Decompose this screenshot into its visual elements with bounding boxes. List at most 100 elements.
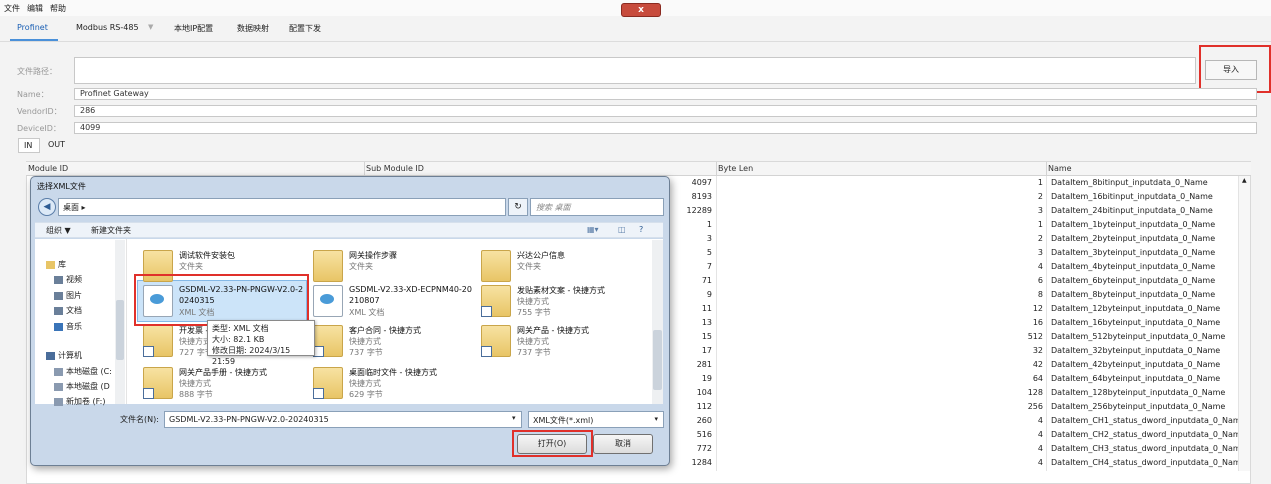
nav-item[interactable]: 库 xyxy=(46,259,66,270)
file-item[interactable]: 客户合同 - 快捷方式 快捷方式 737 字节 xyxy=(313,323,483,361)
cancel-button[interactable]: 取消 xyxy=(593,434,653,454)
cell-byte-len[interactable]: 12 xyxy=(1003,304,1043,313)
cell-sub-module-id[interactable]: 5 xyxy=(672,248,712,257)
file-type-select[interactable]: XML文件(*.xml) ▾ xyxy=(528,411,664,428)
cell-sub-module-id[interactable]: 1 xyxy=(672,220,712,229)
cell-name[interactable]: DataItem_CH4_status_dword_inputdata_0_Na… xyxy=(1051,458,1246,467)
help-icon[interactable]: ? xyxy=(639,225,643,234)
cell-sub-module-id[interactable]: 71 xyxy=(672,276,712,285)
nav-item[interactable]: 文档 xyxy=(54,305,82,316)
cell-byte-len[interactable]: 64 xyxy=(1003,374,1043,383)
cell-byte-len[interactable]: 1 xyxy=(1003,220,1043,229)
cell-byte-len[interactable]: 3 xyxy=(1003,206,1043,215)
cell-sub-module-id[interactable]: 17 xyxy=(672,346,712,355)
cell-byte-len[interactable]: 4 xyxy=(1003,458,1043,467)
cell-name[interactable]: DataItem_256byteinput_inputdata_0_Name xyxy=(1051,402,1225,411)
filename-dropdown-icon[interactable]: ▾ xyxy=(512,414,516,422)
cell-sub-module-id[interactable]: 772 xyxy=(672,444,712,453)
table-scrollbar[interactable]: ▲ xyxy=(1238,176,1250,471)
cell-name[interactable]: DataItem_4byteinput_inputdata_0_Name xyxy=(1051,262,1215,271)
cell-byte-len[interactable]: 512 xyxy=(1003,332,1043,341)
file-item[interactable]: 发贴素材文案 - 快捷方式 快捷方式 755 字节 xyxy=(481,283,651,321)
cell-byte-len[interactable]: 4 xyxy=(1003,416,1043,425)
cell-name[interactable]: DataItem_32byteinput_inputdata_0_Name xyxy=(1051,346,1220,355)
cell-name[interactable]: DataItem_128byteinput_inputdata_0_Name xyxy=(1051,388,1225,397)
cell-byte-len[interactable]: 6 xyxy=(1003,276,1043,285)
nav-item[interactable]: 音乐 xyxy=(54,321,82,332)
cell-byte-len[interactable]: 3 xyxy=(1003,248,1043,257)
close-icon[interactable]: x xyxy=(621,3,661,17)
nav-item[interactable]: 本地磁盘 (D xyxy=(54,381,110,392)
cell-name[interactable]: DataItem_24bitinput_inputdata_0_Name xyxy=(1051,206,1213,215)
cell-name[interactable]: DataItem_CH3_status_dword_inputdata_0_Na… xyxy=(1051,444,1246,453)
nav-item[interactable]: 图片 xyxy=(54,290,82,301)
cell-byte-len[interactable]: 42 xyxy=(1003,360,1043,369)
tab-profinet[interactable]: Profinet xyxy=(17,23,48,32)
menu-file[interactable]: 文件 xyxy=(0,0,23,14)
cell-name[interactable]: DataItem_1byteinput_inputdata_0_Name xyxy=(1051,220,1215,229)
organize-menu[interactable]: 组织 ▼ xyxy=(46,225,71,236)
cell-name[interactable]: DataItem_16bitinput_inputdata_0_Name xyxy=(1051,192,1213,201)
refresh-icon[interactable]: ↻ xyxy=(508,198,528,216)
cell-sub-module-id[interactable]: 516 xyxy=(672,430,712,439)
tab-data-map[interactable]: 数据映射 xyxy=(237,23,269,34)
cell-byte-len[interactable]: 256 xyxy=(1003,402,1043,411)
search-input[interactable]: 搜索 桌面 xyxy=(530,198,664,216)
nav-item[interactable]: 本地磁盘 (C: xyxy=(54,366,112,377)
cell-byte-len[interactable]: 4 xyxy=(1003,430,1043,439)
cell-name[interactable]: DataItem_8byteinput_inputdata_0_Name xyxy=(1051,290,1215,299)
cell-name[interactable]: DataItem_2byteinput_inputdata_0_Name xyxy=(1051,234,1215,243)
vendor-id-input[interactable]: 286 xyxy=(74,105,1257,117)
name-input[interactable]: Profinet Gateway xyxy=(74,88,1257,100)
cell-name[interactable]: DataItem_6byteinput_inputdata_0_Name xyxy=(1051,276,1215,285)
cell-byte-len[interactable]: 8 xyxy=(1003,290,1043,299)
preview-pane-icon[interactable]: ◫ xyxy=(618,225,626,234)
tab-modbus[interactable]: Modbus RS-485 xyxy=(76,23,139,32)
cell-name[interactable]: DataItem_16byteinput_inputdata_0_Name xyxy=(1051,318,1220,327)
cell-sub-module-id[interactable]: 15 xyxy=(672,332,712,341)
view-options-icon[interactable]: ▦▾ xyxy=(587,225,599,234)
cell-byte-len[interactable]: 4 xyxy=(1003,262,1043,271)
cell-name[interactable]: DataItem_512byteinput_inputdata_0_Name xyxy=(1051,332,1225,341)
cell-byte-len[interactable]: 2 xyxy=(1003,192,1043,201)
cell-sub-module-id[interactable]: 9 xyxy=(672,290,712,299)
tab-in[interactable]: IN xyxy=(18,138,40,153)
file-path-input[interactable] xyxy=(74,57,1196,84)
cell-name[interactable]: DataItem_CH1_status_dword_inputdata_0_Na… xyxy=(1051,416,1246,425)
cell-name[interactable]: DataItem_3byteinput_inputdata_0_Name xyxy=(1051,248,1215,257)
back-icon[interactable]: ◀ xyxy=(38,198,56,216)
menu-edit[interactable]: 编辑 xyxy=(23,0,46,14)
cell-sub-module-id[interactable]: 7 xyxy=(672,262,712,271)
file-item[interactable]: 网关产品 - 快捷方式 快捷方式 737 字节 xyxy=(481,323,651,361)
nav-item[interactable]: 计算机 xyxy=(46,350,82,361)
tab-dropdown-arrow-icon[interactable]: ▼ xyxy=(148,23,153,31)
cell-byte-len[interactable]: 4 xyxy=(1003,444,1043,453)
cell-byte-len[interactable]: 16 xyxy=(1003,318,1043,327)
file-item[interactable]: 桌面临时文件 - 快捷方式 快捷方式 629 字节 xyxy=(313,365,483,403)
cell-byte-len[interactable]: 128 xyxy=(1003,388,1043,397)
scroll-up-icon[interactable]: ▲ xyxy=(1242,177,1247,184)
cell-name[interactable]: DataItem_CH2_status_dword_inputdata_0_Na… xyxy=(1051,430,1246,439)
cell-byte-len[interactable]: 1 xyxy=(1003,178,1043,187)
cell-sub-module-id[interactable]: 3 xyxy=(672,234,712,243)
file-scroll-thumb[interactable] xyxy=(653,330,662,390)
nav-scroll-thumb[interactable] xyxy=(116,300,124,360)
col-sub-module-id[interactable]: Sub Module ID xyxy=(366,164,424,173)
nav-item[interactable]: 新加卷 (F:) xyxy=(54,396,105,407)
cell-byte-len[interactable]: 32 xyxy=(1003,346,1043,355)
cell-name[interactable]: DataItem_8bitinput_inputdata_0_Name xyxy=(1051,178,1208,187)
cell-sub-module-id[interactable]: 12289 xyxy=(672,206,712,215)
cell-sub-module-id[interactable]: 8193 xyxy=(672,192,712,201)
nav-item[interactable]: 视频 xyxy=(54,274,82,285)
cell-name[interactable]: DataItem_42byteinput_inputdata_0_Name xyxy=(1051,360,1220,369)
cell-byte-len[interactable]: 2 xyxy=(1003,234,1043,243)
cell-sub-module-id[interactable]: 260 xyxy=(672,416,712,425)
cell-sub-module-id[interactable]: 281 xyxy=(672,360,712,369)
address-bar[interactable]: 桌面 ▸ xyxy=(58,198,506,216)
cell-sub-module-id[interactable]: 1284 xyxy=(672,458,712,467)
menu-help[interactable]: 帮助 xyxy=(46,0,69,14)
cell-sub-module-id[interactable]: 11 xyxy=(672,304,712,313)
cell-sub-module-id[interactable]: 19 xyxy=(672,374,712,383)
cell-sub-module-id[interactable]: 112 xyxy=(672,402,712,411)
file-item[interactable]: 网关产品手册 - 快捷方式 快捷方式 888 字节 xyxy=(143,365,313,403)
